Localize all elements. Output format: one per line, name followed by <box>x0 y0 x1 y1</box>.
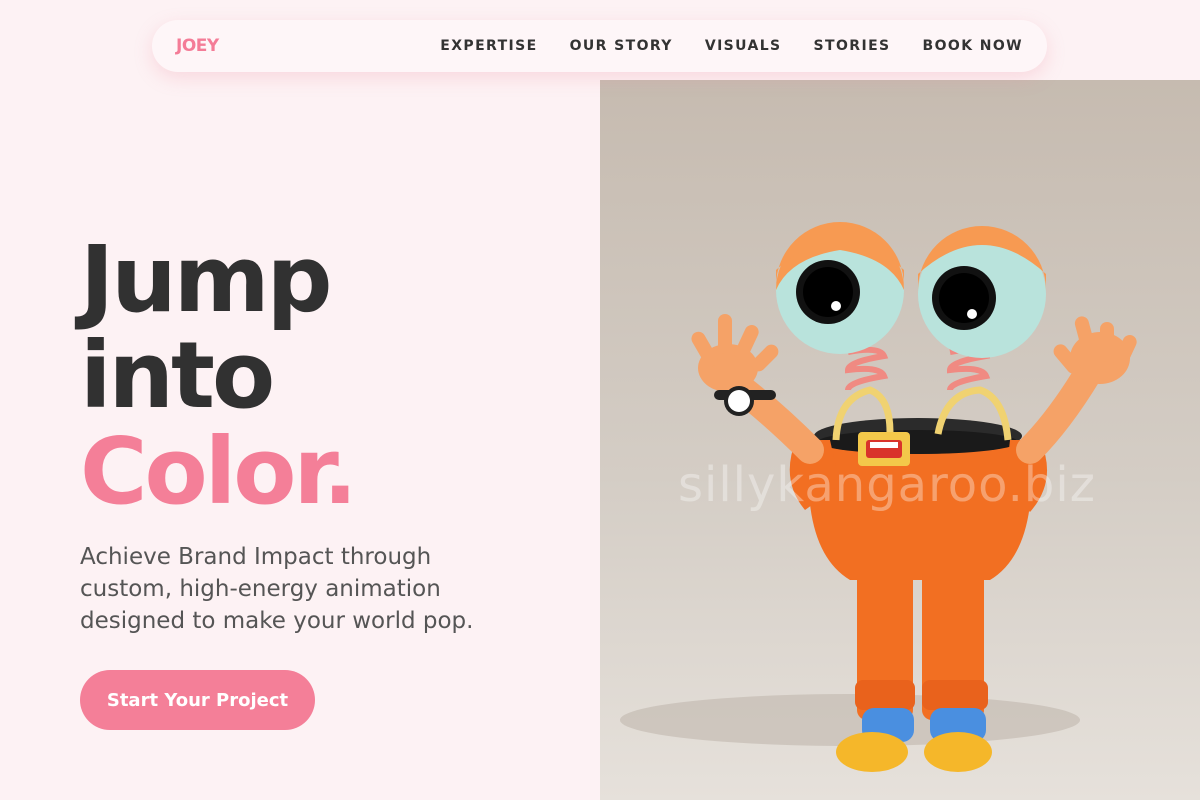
hero-subtitle: Achieve Brand Impact through custom, hig… <box>80 544 474 634</box>
nav-item-stories[interactable]: STORIES <box>814 38 891 54</box>
nav-item-our-story[interactable]: OUR STORY <box>570 38 673 54</box>
hero-title-line-2: into <box>80 322 275 429</box>
top-navigation: JOEY EXPERTISE OUR STORY VISUALS STORIES… <box>152 20 1047 72</box>
start-project-button[interactable]: Start Your Project <box>80 670 315 730</box>
nav-item-visuals[interactable]: VISUALS <box>705 38 782 54</box>
hero-title: Jump into Color. <box>80 226 358 525</box>
brand-logo[interactable]: JOEY <box>176 36 219 56</box>
hero-visual: sillykangaroo.biz <box>600 80 1200 800</box>
watermark-text: sillykangaroo.biz <box>678 457 1096 513</box>
hero-title-line-1: Jump <box>80 226 332 333</box>
cartoon-character-illustration <box>620 222 1137 772</box>
hero-title-line-3: Color. <box>80 418 358 525</box>
nav-menu: EXPERTISE OUR STORY VISUALS STORIES BOOK… <box>440 38 1023 54</box>
nav-item-expertise[interactable]: EXPERTISE <box>440 38 537 54</box>
nav-item-book-now[interactable]: BOOK NOW <box>923 38 1023 54</box>
